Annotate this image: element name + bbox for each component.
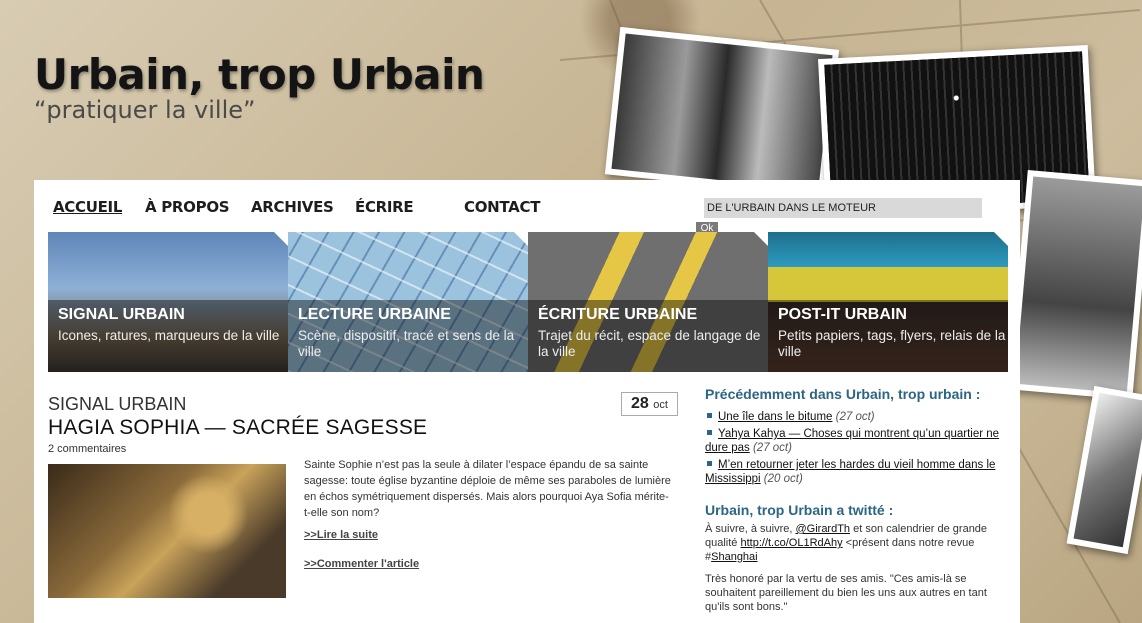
read-more-link[interactable]: >>Lire la suite [304,529,378,541]
previous-link[interactable]: Yahya Kahya — Choses qui montrent qu’un … [705,428,999,454]
post-category[interactable]: SIGNAL URBAIN [48,394,186,415]
content-panel: ACCUEIL À PROPOS ARCHIVES ÉCRIRE CONTACT… [34,180,1020,623]
nav-archives[interactable]: ARCHIVES [251,198,334,216]
bullet-icon [707,430,712,435]
tile-desc: Trajet du récit, espace de langage de la… [538,328,761,359]
tile-title: ÉCRITURE URBAINE [538,306,698,323]
tile-corner [274,232,288,246]
post-excerpt: Sainte Sophie n’est pas la seule à dilat… [304,459,671,519]
site-tagline: “pratiquer la ville” [34,96,256,124]
post-date-month: oct [653,399,668,411]
post-image[interactable] [48,464,286,598]
bullet-icon [707,413,712,418]
photo-pedestrians [1008,170,1142,400]
previous-date: (20 oct) [763,473,803,485]
post-title[interactable]: HAGIA SOPHIA — SACRÉE SAGESSE [48,416,427,440]
photo-street [604,26,840,198]
previous-date: (27 oct) [835,411,875,423]
tile-desc: Petits papiers, tags, flyers, relais de … [778,328,1006,359]
search-input[interactable] [704,198,982,218]
tile-desc: Scène, dispositif, tracé et sens de la v… [298,328,515,359]
tweet-text: À suivre, à suivre, [705,523,796,535]
nav-ecrire[interactable]: ÉCRIRE [355,198,414,216]
comment-link[interactable]: >>Commenter l'article [304,558,419,570]
list-item: Une île dans le bitume (27 oct) [705,410,1005,424]
post-comments-count[interactable]: 2 commentaires [48,443,126,455]
previous-link[interactable]: Une île dans le bitume [718,411,832,423]
list-item: Yahya Kahya — Choses qui montrent qu’un … [705,427,1005,455]
tile-corner [754,232,768,246]
tweet-heading: Urbain, trop Urbain a twitté : [705,502,894,518]
nav-a-propos[interactable]: À PROPOS [145,198,230,216]
category-tiles: SIGNAL URBAIN Icones, ratures, marqueurs… [48,232,1008,372]
tweet-url-link[interactable]: http://t.co/OL1RdAhy [740,537,842,549]
tile-desc: Icones, ratures, marqueurs de la ville [58,328,280,343]
tile-lecture-urbaine[interactable]: LECTURE URBAINE Scène, dispositif, tracé… [288,232,528,372]
tweet-1: À suivre, à suivre, @GirardTh et son cal… [705,522,995,564]
list-item: M’en retourner jeter les hardes du vieil… [705,458,1005,486]
tile-signal-urbain[interactable]: SIGNAL URBAIN Icones, ratures, marqueurs… [48,232,288,372]
tweet-2: Très honoré par la vertu de ses amis. "C… [705,573,987,613]
nav-accueil[interactable]: ACCUEIL [53,198,122,216]
bullet-icon [707,461,712,466]
tile-corner [994,232,1008,246]
post-date-badge: 28 oct [621,392,678,416]
site-title[interactable]: Urbain, trop Urbain [34,50,485,99]
tile-title: LECTURE URBAINE [298,306,451,323]
previous-date: (27 oct) [752,442,792,454]
tile-corner [514,232,528,246]
tile-title: SIGNAL URBAIN [58,306,185,323]
tweet-hashtag-link[interactable]: Shanghai [711,551,758,563]
tile-post-it-urbain[interactable]: POST-IT URBAIN Petits papiers, tags, fly… [768,232,1008,372]
tweet-handle-link[interactable]: @GirardTh [795,523,850,535]
previous-heading: Précédemment dans Urbain, trop urbain : [705,386,981,402]
nav-contact[interactable]: CONTACT [464,198,540,216]
tile-title: POST-IT URBAIN [778,306,907,323]
tile-ecriture-urbaine[interactable]: ÉCRITURE URBAINE Trajet du récit, espace… [528,232,768,372]
post-date-day: 28 [631,395,649,412]
previous-link[interactable]: M’en retourner jeter les hardes du vieil… [705,459,995,485]
previous-list: Une île dans le bitume (27 oct) Yahya Ka… [705,410,1005,489]
